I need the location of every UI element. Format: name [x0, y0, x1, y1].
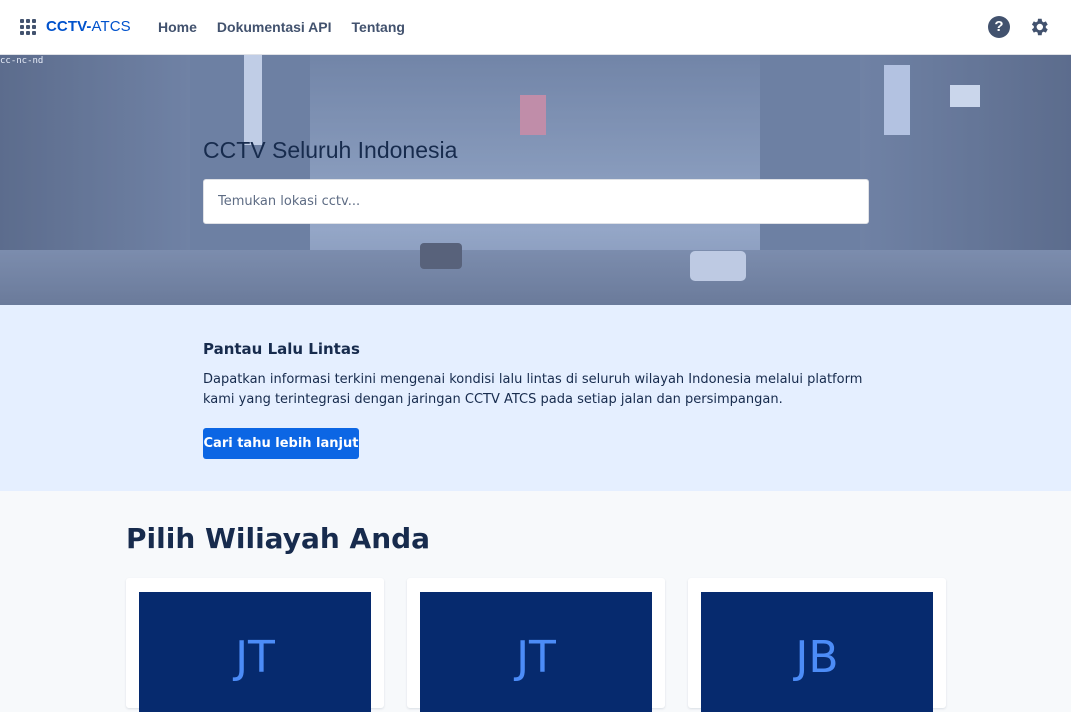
region-thumbnail: JT	[420, 592, 652, 712]
license-watermark: cc-nc-nd	[0, 56, 44, 66]
info-description: Dapatkan informasi terkini mengenai kond…	[203, 372, 863, 407]
region-thumbnail: JB	[701, 592, 933, 712]
search-input[interactable]	[203, 179, 869, 224]
brand-logo[interactable]: CCTV-ATCS	[46, 18, 131, 35]
gear-icon[interactable]	[1028, 16, 1050, 38]
hero-banner: cc-nc-nd CCTV Seluruh Indonesia	[0, 55, 1071, 305]
region-code: JB	[795, 632, 839, 683]
brand-rest: ATCS	[91, 18, 131, 35]
nav-link-api-docs[interactable]: Dokumentasi API	[217, 19, 332, 35]
info-title: Pantau Lalu Lintas	[203, 340, 360, 358]
region-card[interactable]: JB	[688, 578, 946, 712]
nav-link-home[interactable]: Home	[158, 19, 197, 35]
app-grid-icon[interactable]	[20, 19, 36, 35]
nav-links: Home Dokumentasi API Tentang	[158, 19, 405, 35]
region-code: JT	[516, 632, 556, 683]
region-code: JT	[235, 632, 275, 683]
help-icon[interactable]: ?	[988, 16, 1010, 38]
region-thumbnail: JT	[139, 592, 371, 712]
region-card[interactable]: JT	[126, 578, 384, 712]
nav-link-about[interactable]: Tentang	[352, 19, 405, 35]
learn-more-button[interactable]: Cari tahu lebih lanjut	[203, 428, 359, 459]
regions-title: Pilih Wiliayah Anda	[126, 522, 431, 555]
hero-title: CCTV Seluruh Indonesia	[203, 137, 458, 163]
brand-bold: CCTV-	[46, 18, 92, 35]
info-section: Pantau Lalu Lintas Dapatkan informasi te…	[0, 305, 1071, 491]
top-navbar: CCTV-ATCS Home Dokumentasi API Tentang ?	[0, 0, 1071, 55]
region-card[interactable]: JT	[407, 578, 665, 712]
